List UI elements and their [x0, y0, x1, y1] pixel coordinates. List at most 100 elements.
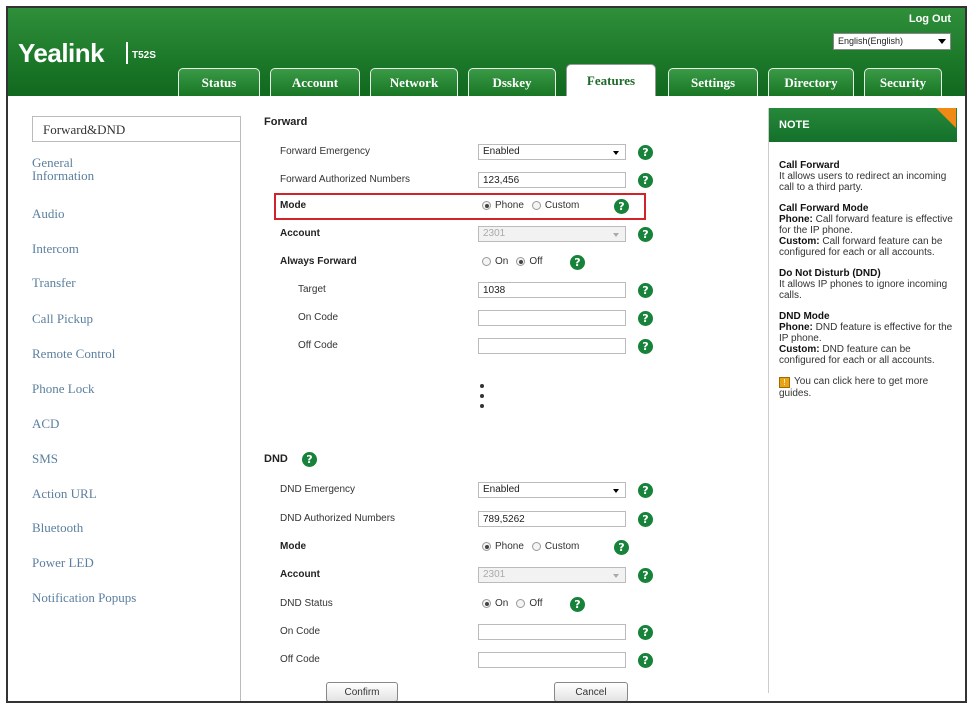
tab-account[interactable]: Account [270, 68, 360, 96]
sidebar-item-label: Information [32, 168, 95, 183]
note-corner-decoration [936, 108, 956, 128]
dnd-status-radio-group: On Off [482, 598, 551, 609]
sidebar-item-audio[interactable]: Audio [32, 207, 232, 220]
dnd-account-select[interactable]: 2301 [478, 567, 626, 583]
sidebar-item-bluetooth[interactable]: Bluetooth [32, 521, 232, 534]
browser-frame: Yealink T52S Log Out English(English) St… [6, 6, 967, 703]
help-icon[interactable]: ? [638, 483, 653, 498]
note-dnd-mode-phone: Phone: DND feature is effective for the … [779, 322, 955, 344]
note-cf-mode-phone-label: Phone: [779, 214, 813, 225]
note-dnd-mode-custom: Custom: DND feature can be configured fo… [779, 344, 955, 366]
target-input[interactable] [478, 282, 626, 298]
forward-mode-custom-radio[interactable] [531, 201, 541, 210]
logout-link[interactable]: Log Out [909, 13, 951, 25]
sidebar-item-power-led[interactable]: Power LED [32, 556, 232, 569]
help-icon[interactable]: ? [614, 540, 629, 555]
tab-directory[interactable]: Directory [768, 68, 854, 96]
dnd-off-code-label: Off Code [280, 654, 320, 665]
tab-security[interactable]: Security [864, 68, 942, 96]
note-dnd-mode-phone-label: Phone: [779, 322, 813, 333]
sidebar-item-call-pickup[interactable]: Call Pickup [32, 312, 232, 325]
help-icon[interactable]: ? [614, 199, 629, 214]
language-select[interactable]: English(English) [833, 33, 951, 50]
dnd-status-off-radio[interactable] [516, 599, 526, 608]
dnd-emergency-value: Enabled [483, 484, 520, 495]
sidebar-item-phone-lock[interactable]: Phone Lock [32, 382, 232, 395]
note-cf-mode-custom: Custom: Call forward feature can be conf… [779, 236, 955, 258]
help-icon[interactable]: ? [638, 173, 653, 188]
forward-account-value: 2301 [483, 228, 506, 239]
confirm-button[interactable]: Confirm [326, 682, 398, 701]
note-guide-link[interactable]: ! You can click here to get more guides. [779, 376, 955, 399]
dnd-off-code-input[interactable] [478, 652, 626, 668]
sidebar-item-transfer[interactable]: Transfer [32, 276, 232, 289]
always-forward-on-radio[interactable] [482, 257, 491, 266]
dnd-status-off-label: Off [529, 598, 543, 609]
help-icon[interactable]: ? [638, 145, 653, 160]
dnd-emergency-select[interactable]: Enabled [478, 482, 626, 498]
chevron-down-icon [613, 489, 619, 493]
dnd-mode-phone-radio[interactable] [482, 542, 491, 551]
help-icon[interactable]: ? [638, 339, 653, 354]
help-icon[interactable]: ? [638, 311, 653, 326]
help-icon[interactable]: ? [570, 255, 585, 270]
sidebar-item-general-information[interactable]: General Information [32, 156, 232, 182]
dnd-status-label: DND Status [280, 598, 333, 609]
dnd-mode-label: Mode [280, 541, 307, 552]
help-icon[interactable]: ? [638, 653, 653, 668]
forward-off-code-input[interactable] [478, 338, 626, 354]
omitted-content-ellipsis [480, 384, 484, 414]
header-bar: Yealink T52S Log Out English(English) St… [8, 8, 965, 96]
forward-off-code-label: Off Code [298, 340, 338, 351]
help-icon[interactable]: ? [302, 452, 317, 467]
tab-dsskey[interactable]: Dsskey [468, 68, 556, 96]
forward-mode-radio-group: Phone Custom [482, 200, 587, 211]
help-icon[interactable]: ? [638, 512, 653, 527]
dnd-account-label: Account [280, 569, 320, 580]
tab-features[interactable]: Features [566, 64, 656, 96]
help-icon[interactable]: ? [638, 568, 653, 583]
dnd-account-value: 2301 [483, 569, 506, 580]
dnd-mode-custom-radio[interactable] [531, 542, 541, 551]
dnd-on-code-input[interactable] [478, 624, 626, 640]
yealink-logo: Yealink [18, 38, 105, 68]
chevron-down-icon [613, 233, 619, 237]
always-forward-on-label: On [495, 256, 509, 267]
dnd-status-on-radio[interactable] [482, 599, 491, 608]
forward-mode-phone-radio[interactable] [482, 201, 491, 210]
sidebar-item-forward-dnd[interactable]: Forward&DND [32, 116, 240, 142]
note-guide-text: You can click here to get more guides. [779, 376, 929, 399]
forward-emergency-label: Forward Emergency [280, 146, 371, 157]
dnd-on-code-label: On Code [280, 626, 321, 637]
dnd-authorized-input[interactable] [478, 511, 626, 527]
forward-on-code-input[interactable] [478, 310, 626, 326]
cancel-button[interactable]: Cancel [554, 682, 628, 701]
note-dnd-title: Do Not Disturb (DND) [779, 268, 881, 279]
chevron-down-icon [613, 151, 619, 155]
tab-settings[interactable]: Settings [668, 68, 758, 96]
sidebar-item-notification-popups[interactable]: Notification Popups [32, 591, 232, 604]
forward-authorized-input[interactable] [478, 172, 626, 188]
sidebar-item-intercom[interactable]: Intercom [32, 242, 232, 255]
help-icon[interactable]: ? [638, 227, 653, 242]
always-forward-radio-group: On Off [482, 256, 551, 267]
content-divider [240, 116, 241, 701]
forward-emergency-value: Enabled [483, 146, 520, 157]
dnd-emergency-label: DND Emergency [280, 484, 356, 495]
dnd-mode-custom-label: Custom [544, 541, 580, 552]
forward-emergency-select[interactable]: Enabled [478, 144, 626, 160]
chevron-down-icon [938, 39, 946, 44]
forward-account-select[interactable]: 2301 [478, 226, 626, 242]
tab-network[interactable]: Network [370, 68, 458, 96]
sidebar-item-acd[interactable]: ACD [32, 417, 232, 430]
tab-status[interactable]: Status [178, 68, 260, 96]
sidebar-item-action-url[interactable]: Action URL [32, 487, 232, 500]
sidebar-item-remote-control[interactable]: Remote Control [32, 347, 232, 360]
sidebar-item-sms[interactable]: SMS [32, 452, 232, 465]
help-icon[interactable]: ? [638, 283, 653, 298]
always-forward-label: Always Forward [280, 256, 357, 267]
help-icon[interactable]: ? [570, 597, 585, 612]
always-forward-off-radio[interactable] [516, 257, 526, 266]
dnd-section-title: DND [264, 453, 288, 465]
help-icon[interactable]: ? [638, 625, 653, 640]
